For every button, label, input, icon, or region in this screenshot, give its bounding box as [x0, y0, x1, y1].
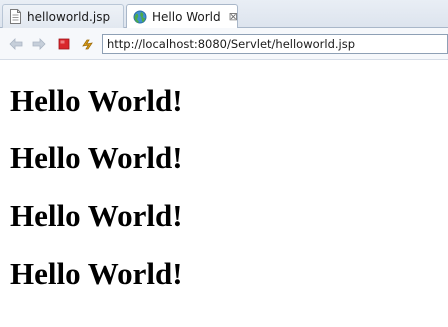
- back-arrow-icon[interactable]: [8, 36, 24, 52]
- stop-icon[interactable]: [56, 36, 72, 52]
- tab-label: Hello World: [152, 9, 221, 24]
- hello-heading: Hello World!: [10, 83, 183, 118]
- browser-window: helloworld.jsp Hello World ⊠ http://loca…: [0, 0, 448, 327]
- hello-heading: Hello World!: [10, 140, 183, 175]
- forward-arrow-icon[interactable]: [31, 36, 47, 52]
- close-icon[interactable]: ⊠: [229, 11, 238, 22]
- hello-heading: Hello World!: [10, 198, 183, 233]
- tab-bar: helloworld.jsp Hello World ⊠: [0, 0, 448, 29]
- hello-heading: Hello World!: [10, 256, 183, 291]
- browser-toolbar: http://localhost:8080/Servlet/helloworld…: [0, 28, 448, 60]
- tab-label: helloworld.jsp: [27, 9, 111, 24]
- url-input[interactable]: http://localhost:8080/Servlet/helloworld…: [102, 34, 448, 54]
- refresh-icon[interactable]: [79, 36, 95, 52]
- tab-hello-world[interactable]: Hello World ⊠: [126, 4, 238, 29]
- tab-helloworld-jsp[interactable]: helloworld.jsp: [2, 4, 124, 28]
- jsp-file-icon: [9, 9, 22, 24]
- page-content: Hello World! Hello World! Hello World! H…: [0, 61, 448, 327]
- globe-icon: [133, 10, 147, 24]
